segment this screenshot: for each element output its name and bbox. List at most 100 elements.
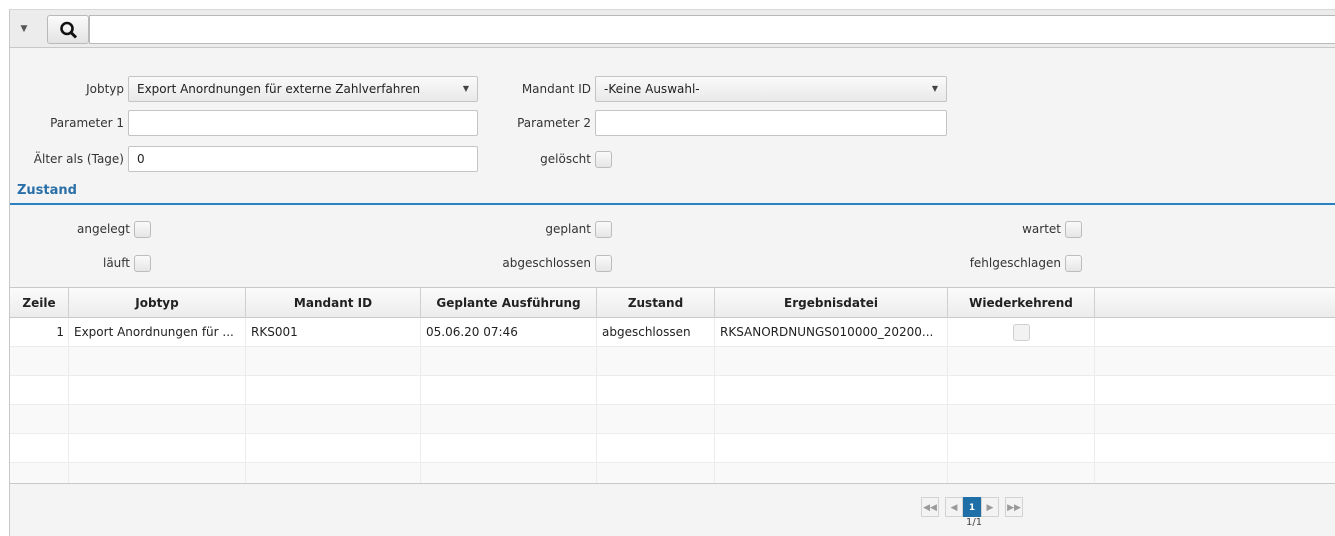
empty-cell bbox=[715, 376, 948, 405]
empty-cell bbox=[69, 376, 246, 405]
empty-cell bbox=[948, 347, 1095, 376]
table-row-empty bbox=[10, 405, 1335, 434]
col-header-ergebnisdatei[interactable]: Ergebnisdatei bbox=[715, 288, 948, 318]
geplant-checkbox[interactable] bbox=[595, 221, 612, 238]
geloescht-label: gelöscht bbox=[540, 152, 591, 166]
empty-cell bbox=[69, 347, 246, 376]
empty-cell bbox=[69, 405, 246, 434]
mandant-combo[interactable]: -Keine Auswahl- ▼ bbox=[595, 76, 947, 102]
empty-cell bbox=[715, 405, 948, 434]
fehlgeschlagen-label: fehlgeschlagen bbox=[969, 256, 1061, 270]
empty-cell bbox=[597, 376, 715, 405]
wartet-checkbox[interactable] bbox=[1065, 221, 1082, 238]
empty-cell bbox=[246, 463, 421, 483]
jobtyp-combo-value: Export Anordnungen für externe Zahlverfa… bbox=[137, 82, 421, 96]
abgeschlossen-label: abgeschlossen bbox=[502, 256, 591, 270]
empty-cell bbox=[948, 463, 1095, 483]
empty-cell bbox=[10, 405, 69, 434]
double-chevron-right-icon[interactable]: ▶▶ bbox=[1005, 497, 1023, 517]
laeuft-label: läuft bbox=[102, 256, 130, 270]
mandant-combo-value: -Keine Auswahl- bbox=[604, 82, 700, 96]
empty-cell bbox=[715, 463, 948, 483]
geplant-label: geplant bbox=[545, 222, 591, 236]
empty-cell bbox=[246, 347, 421, 376]
empty-cell bbox=[246, 434, 421, 463]
chevron-down-icon: ▼ bbox=[931, 84, 938, 93]
wiederkehrend-checkbox bbox=[1013, 324, 1030, 341]
page-info: 1/1 bbox=[966, 517, 983, 528]
table-row-empty bbox=[10, 347, 1335, 376]
empty-cell bbox=[421, 376, 597, 405]
table-header: Zeile Jobtyp Mandant ID Geplante Ausführ… bbox=[10, 288, 1335, 318]
table-row-empty bbox=[10, 463, 1335, 483]
empty-cell bbox=[10, 376, 69, 405]
col-header-zeile[interactable]: Zeile bbox=[10, 288, 69, 318]
empty-cell bbox=[597, 347, 715, 376]
empty-cell bbox=[421, 463, 597, 483]
empty-cell bbox=[948, 434, 1095, 463]
job-table: Zeile Jobtyp Mandant ID Geplante Ausführ… bbox=[10, 287, 1335, 484]
search-button[interactable] bbox=[47, 15, 89, 44]
empty-cell bbox=[715, 434, 948, 463]
chevron-right-icon[interactable]: ▶ bbox=[981, 497, 999, 517]
mandant-label: Mandant ID bbox=[521, 82, 591, 96]
search-input[interactable] bbox=[89, 15, 1335, 44]
jobtyp-label: Jobtyp bbox=[86, 82, 124, 96]
double-chevron-left-icon[interactable]: ◀◀ bbox=[921, 497, 939, 517]
empty-cell bbox=[421, 347, 597, 376]
jobtyp-combo[interactable]: Export Anordnungen für externe Zahlverfa… bbox=[128, 76, 478, 102]
empty-cell bbox=[948, 376, 1095, 405]
empty-cell bbox=[69, 434, 246, 463]
zustand-section-title: Zustand bbox=[17, 183, 77, 198]
search-icon bbox=[60, 21, 78, 39]
cell-zeile: 1 bbox=[10, 318, 69, 347]
table-row-empty bbox=[10, 434, 1335, 463]
aelter-als-label: Älter als (Tage) bbox=[33, 152, 124, 166]
parameter1-input[interactable] bbox=[128, 110, 478, 136]
angelegt-label: angelegt bbox=[77, 222, 130, 236]
cell-wiederkehrend bbox=[948, 318, 1095, 347]
empty-cell bbox=[948, 405, 1095, 434]
chevron-left-icon[interactable]: ◀ bbox=[945, 497, 963, 517]
aelter-als-input[interactable]: 0 bbox=[128, 146, 478, 172]
geloescht-checkbox[interactable] bbox=[595, 151, 612, 168]
empty-cell bbox=[597, 434, 715, 463]
empty-cell bbox=[715, 347, 948, 376]
cell-ergebnisdatei: RKSANORDNUNGS010000_20200... bbox=[715, 318, 948, 347]
empty-cell bbox=[10, 434, 69, 463]
empty-cell bbox=[246, 405, 421, 434]
chevron-down-icon: ▼ bbox=[462, 84, 469, 93]
empty-cell bbox=[246, 376, 421, 405]
col-header-mandant[interactable]: Mandant ID bbox=[246, 288, 421, 318]
parameter2-input[interactable] bbox=[595, 110, 947, 136]
table-row-empty bbox=[10, 376, 1335, 405]
empty-cell bbox=[10, 463, 69, 483]
fehlgeschlagen-checkbox[interactable] bbox=[1065, 255, 1082, 272]
triangle-down-icon[interactable]: ▼ bbox=[18, 23, 30, 35]
empty-cell bbox=[421, 405, 597, 434]
angelegt-checkbox[interactable] bbox=[134, 221, 151, 238]
page-button-current[interactable]: 1 bbox=[963, 497, 981, 517]
empty-cell bbox=[10, 347, 69, 376]
col-header-wiederkehrend[interactable]: Wiederkehrend bbox=[948, 288, 1095, 318]
parameter2-label: Parameter 2 bbox=[517, 116, 591, 130]
col-header-zustand[interactable]: Zustand bbox=[597, 288, 715, 318]
table-row[interactable]: 1 Export Anordnungen für ... RKS001 05.0… bbox=[10, 318, 1335, 347]
parameter1-label: Parameter 1 bbox=[50, 116, 124, 130]
cell-ausfuehrung: 05.06.20 07:46 bbox=[421, 318, 597, 347]
empty-cell bbox=[597, 463, 715, 483]
cell-jobtyp: Export Anordnungen für ... bbox=[69, 318, 246, 347]
empty-cell bbox=[69, 463, 246, 483]
section-divider bbox=[10, 203, 1335, 205]
wartet-label: wartet bbox=[1022, 222, 1061, 236]
empty-cell bbox=[421, 434, 597, 463]
abgeschlossen-checkbox[interactable] bbox=[595, 255, 612, 272]
laeuft-checkbox[interactable] bbox=[134, 255, 151, 272]
col-header-jobtyp[interactable]: Jobtyp bbox=[69, 288, 246, 318]
cell-zustand: abgeschlossen bbox=[597, 318, 715, 347]
cell-mandant: RKS001 bbox=[246, 318, 421, 347]
col-header-ausfuehrung[interactable]: Geplante Ausführung bbox=[421, 288, 597, 318]
search-bar: ▼ bbox=[10, 10, 1335, 48]
empty-cell bbox=[597, 405, 715, 434]
job-window: ▼ Jobtyp Export Anordnungen für externe … bbox=[9, 9, 1335, 536]
